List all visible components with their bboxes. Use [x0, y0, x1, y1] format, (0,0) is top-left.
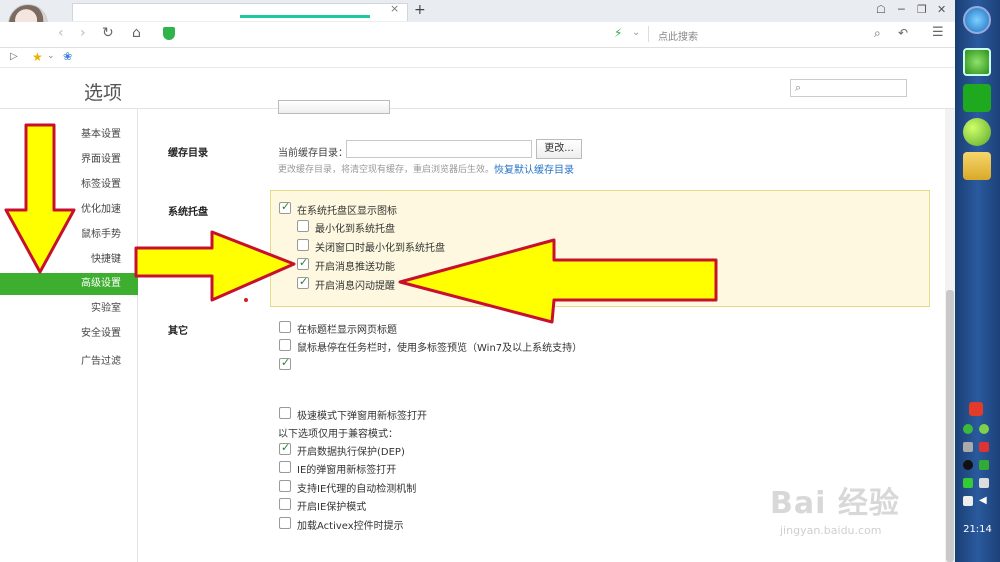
- checkbox[interactable]: [279, 498, 291, 510]
- clipped-button[interactable]: [278, 100, 390, 114]
- back-icon[interactable]: ‹: [58, 25, 64, 41]
- tray-icon[interactable]: [963, 478, 973, 488]
- favorites-star-icon[interactable]: ★: [32, 50, 43, 64]
- checkbox[interactable]: [279, 480, 291, 492]
- search-bar-placeholder[interactable]: 点此搜索: [658, 28, 698, 43]
- start-button-icon[interactable]: [963, 6, 991, 34]
- left-arrow-annotation: [398, 238, 718, 324]
- tray-icon[interactable]: [979, 424, 989, 434]
- sogou-tray-icon[interactable]: [969, 402, 983, 416]
- options-search-input[interactable]: ⌕: [790, 79, 907, 97]
- search-icon[interactable]: ⌕: [874, 26, 881, 41]
- checkbox[interactable]: ✓: [279, 356, 291, 370]
- navigation-bar: ‹ › ↻ ⌂ ⚡ ⌄ 点此搜索 ⌕ ↶ ☰: [0, 22, 955, 48]
- browser-taskbar-icon[interactable]: [963, 48, 991, 76]
- scrollbar-thumb[interactable]: [946, 290, 954, 562]
- sidebar-item-lab[interactable]: 实验室: [0, 298, 138, 320]
- restore-button[interactable]: ❐: [917, 3, 927, 16]
- taskbar-clock[interactable]: 21:14: [955, 524, 1000, 535]
- home-icon[interactable]: ⌂: [132, 25, 141, 41]
- tray-icon[interactable]: [963, 442, 973, 452]
- minimize-button[interactable]: ─: [898, 3, 905, 16]
- search-separator: [648, 26, 649, 42]
- favorites-bar: ▷ ★ ⌄ ❀: [0, 48, 955, 68]
- app-taskbar-icon[interactable]: [963, 118, 991, 146]
- sidebar-item-security[interactable]: 安全设置: [0, 323, 138, 345]
- engine-dropdown-icon[interactable]: ⌄: [632, 27, 640, 38]
- other-section-label: 其它: [168, 326, 188, 337]
- windows-taskbar: ◀: [955, 0, 1000, 562]
- reload-icon[interactable]: ↻: [102, 25, 114, 41]
- checkbox[interactable]: [279, 461, 291, 473]
- menu-icon[interactable]: ☰: [932, 25, 944, 40]
- tray-section-label: 系统托盘: [168, 207, 208, 218]
- tray-icon[interactable]: [979, 442, 989, 452]
- checkbox[interactable]: ✓: [279, 441, 291, 455]
- change-cache-button[interactable]: 更改...: [536, 139, 582, 159]
- cache-path-field[interactable]: [346, 140, 532, 158]
- browser-tab[interactable]: [72, 3, 408, 21]
- down-arrow-annotation: [4, 123, 76, 274]
- checkbox[interactable]: [279, 321, 291, 333]
- tray-icon[interactable]: [979, 460, 989, 470]
- tab-bar: × + ☖ ─ ❐ ✕: [0, 0, 955, 44]
- forward-icon[interactable]: ›: [80, 25, 86, 41]
- folder-taskbar-icon[interactable]: [963, 152, 991, 180]
- tab-close-icon[interactable]: ×: [390, 2, 399, 15]
- cache-section-label: 缓存目录: [168, 148, 208, 159]
- tray-icon[interactable]: [979, 478, 989, 488]
- network-tray-icon[interactable]: [963, 496, 973, 506]
- checkbox[interactable]: [279, 407, 291, 419]
- undo-icon[interactable]: ↶: [898, 26, 908, 40]
- security-shield-icon: [163, 27, 175, 40]
- header-divider: [0, 108, 955, 109]
- skin-icon[interactable]: ☖: [876, 3, 886, 16]
- current-cache-label: 当前缓存目录：: [278, 148, 348, 159]
- right-arrow-annotation: [134, 230, 296, 302]
- tray-icon[interactable]: [963, 460, 973, 470]
- checkbox[interactable]: [279, 339, 291, 351]
- search-icon: ⌕: [795, 81, 802, 94]
- checkbox[interactable]: [279, 517, 291, 529]
- tab-loading-bar: [240, 15, 370, 18]
- restore-default-cache-link[interactable]: 恢复默认缓存目录: [494, 161, 574, 176]
- volume-tray-icon[interactable]: ◀: [979, 496, 989, 506]
- iqiyi-taskbar-icon[interactable]: [963, 84, 991, 112]
- new-tab-button[interactable]: +: [414, 2, 426, 18]
- close-window-button[interactable]: ✕: [937, 3, 946, 16]
- tray-icon[interactable]: [963, 424, 973, 434]
- checkbox[interactable]: ✓: [279, 200, 291, 214]
- compat-heading: 以下选项仅用于兼容模式：: [278, 429, 398, 440]
- bookmark-icon[interactable]: ❀: [63, 50, 72, 63]
- cache-note: 更改缓存目录，将清空现有缓存，重启浏览器后生效。: [278, 165, 495, 175]
- favorites-dropdown-icon[interactable]: ⌄: [47, 51, 55, 61]
- baidu-watermark: Bai 经验 jingyan.baidu.com: [770, 486, 900, 537]
- address-bar[interactable]: [180, 26, 600, 42]
- sidebar-item-adblock[interactable]: 广告过滤: [0, 351, 138, 373]
- page-title: 选项: [84, 82, 123, 104]
- speed-mode-icon[interactable]: ⚡: [614, 26, 622, 40]
- sidebar-toggle-icon[interactable]: ▷: [10, 51, 18, 62]
